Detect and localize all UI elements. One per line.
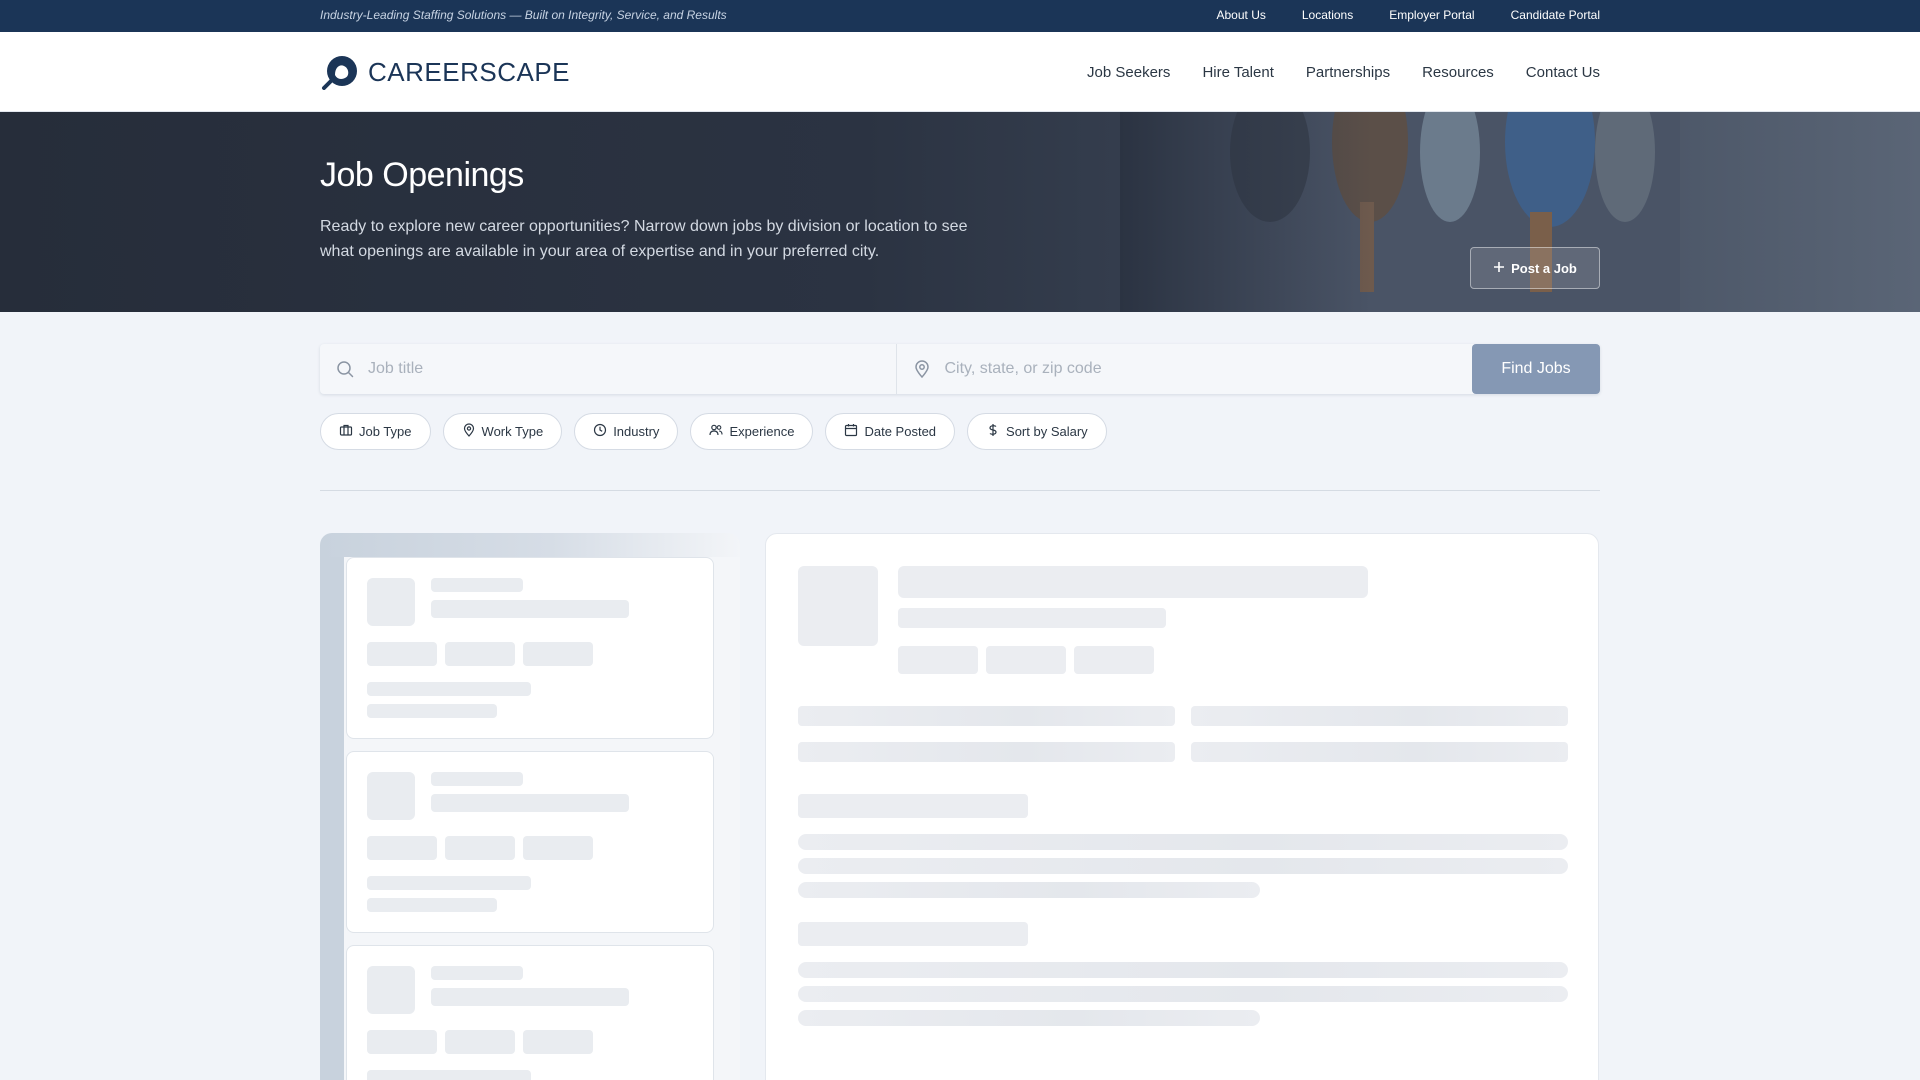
utility-links: About Us Locations Employer Portal Candi… (1217, 0, 1601, 30)
post-a-job-label: Post a Job (1511, 260, 1577, 276)
filter-work-type[interactable]: Work Type (442, 413, 563, 450)
skeleton-tag (523, 1030, 593, 1054)
job-card-skeleton (346, 945, 714, 1080)
skeleton-line (431, 966, 523, 980)
filter-date-posted[interactable]: Date Posted (825, 413, 956, 450)
filter-job-type-label: Job Type (359, 424, 412, 439)
nav-resources[interactable]: Resources (1422, 64, 1494, 81)
map-pin-icon (914, 360, 929, 378)
site-header: CAREERSCAPE Job Seekers Hire Talent Part… (0, 32, 1920, 112)
skeleton-line (1191, 742, 1568, 762)
job-detail-loading (765, 533, 1599, 1080)
employer-portal-link[interactable]: Employer Portal (1389, 0, 1474, 30)
skeleton-line (367, 682, 531, 696)
filter-job-type[interactable]: Job Type (320, 413, 431, 450)
page-description: Ready to explore new career opportunitie… (320, 218, 968, 260)
job-card-skeleton (346, 751, 714, 933)
job-title-field (320, 344, 896, 394)
location-input[interactable] (896, 344, 1472, 394)
calendar-icon (844, 423, 858, 440)
skeleton-line (367, 704, 497, 718)
skeleton-tag (445, 642, 515, 666)
skeleton-line (798, 882, 1260, 898)
skeleton-tag (523, 642, 593, 666)
skeleton-tag (986, 646, 1066, 674)
skeleton-title (898, 566, 1368, 598)
logo-icon (320, 54, 362, 90)
filter-industry[interactable]: Industry (574, 413, 679, 450)
about-us-link[interactable]: About Us (1217, 0, 1266, 30)
skeleton-line (798, 742, 1175, 762)
skeleton-tag (523, 836, 593, 860)
utility-bar: Industry-Leading Staffing Solutions — Bu… (0, 0, 1920, 32)
skeleton-heading (798, 794, 1028, 818)
skeleton-line (367, 898, 497, 912)
dollar-icon (986, 423, 1000, 440)
find-jobs-button[interactable]: Find Jobs (1472, 344, 1600, 394)
main-nav: Job Seekers Hire Talent Partnerships Res… (1087, 32, 1600, 112)
filter-sort-by-salary[interactable]: Sort by Salary (967, 413, 1107, 450)
skeleton-line (431, 794, 629, 812)
skeleton-line (798, 1010, 1260, 1026)
post-a-job-button[interactable]: Post a Job (1470, 247, 1600, 289)
skeleton-tag (898, 646, 978, 674)
section-divider (320, 490, 1600, 491)
skeleton-line (798, 962, 1568, 978)
nav-job-seekers[interactable]: Job Seekers (1087, 64, 1170, 81)
skeleton-tag (367, 836, 437, 860)
skeleton-line (367, 1070, 531, 1080)
brand-name: CAREERSCAPE (368, 56, 570, 87)
skeleton-line (1191, 706, 1568, 726)
skeleton-logo (367, 578, 415, 626)
briefcase-icon (339, 423, 353, 440)
users-icon (709, 423, 723, 440)
locations-link[interactable]: Locations (1302, 0, 1353, 30)
filter-experience[interactable]: Experience (690, 413, 814, 450)
skeleton-tag (367, 642, 437, 666)
job-search-bar: Find Jobs (320, 344, 1600, 394)
nav-hire-talent[interactable]: Hire Talent (1202, 64, 1273, 81)
filter-bar: Job Type Work Type Industry Experience D… (320, 413, 1107, 450)
skeleton-logo (798, 566, 878, 646)
hero-banner: Job Openings Ready to explore new career… (0, 112, 1920, 312)
tagline: Industry-Leading Staffing Solutions — Bu… (320, 8, 727, 22)
filter-sort-by-salary-label: Sort by Salary (1006, 424, 1088, 439)
skeleton-tag (367, 1030, 437, 1054)
skeleton-logo (367, 772, 415, 820)
job-list-loading (320, 533, 740, 1080)
skeleton-tag (1074, 646, 1154, 674)
skeleton-heading (798, 922, 1028, 946)
filter-date-posted-label: Date Posted (864, 424, 937, 439)
skeleton-line (798, 986, 1568, 1002)
plus-icon (1493, 261, 1505, 276)
skeleton-tag (445, 1030, 515, 1054)
skeleton-line (431, 600, 629, 618)
skeleton-line (798, 834, 1568, 850)
filter-work-type-label: Work Type (481, 424, 544, 439)
skeleton-line (798, 706, 1175, 726)
candidate-portal-link[interactable]: Candidate Portal (1511, 0, 1600, 30)
filter-experience-label: Experience (729, 424, 795, 439)
job-card-skeleton (346, 557, 714, 739)
page-title: Job Openings (320, 156, 524, 194)
location-field (895, 344, 1472, 394)
skeleton-line (367, 876, 531, 890)
filter-industry-label: Industry (613, 424, 660, 439)
skeleton-line (898, 608, 1166, 628)
job-title-input[interactable] (320, 344, 896, 394)
nav-contact-us[interactable]: Contact Us (1526, 64, 1600, 81)
skeleton-tag (445, 836, 515, 860)
skeleton-line (431, 988, 629, 1006)
map-pin-icon (462, 423, 476, 440)
skeleton-line (431, 578, 523, 592)
logo[interactable]: CAREERSCAPE (320, 54, 570, 90)
skeleton-logo (367, 966, 415, 1014)
clock-icon (593, 423, 607, 440)
skeleton-line (431, 772, 523, 786)
search-icon (337, 361, 354, 378)
skeleton-line (798, 858, 1568, 874)
nav-partnerships[interactable]: Partnerships (1306, 64, 1390, 81)
